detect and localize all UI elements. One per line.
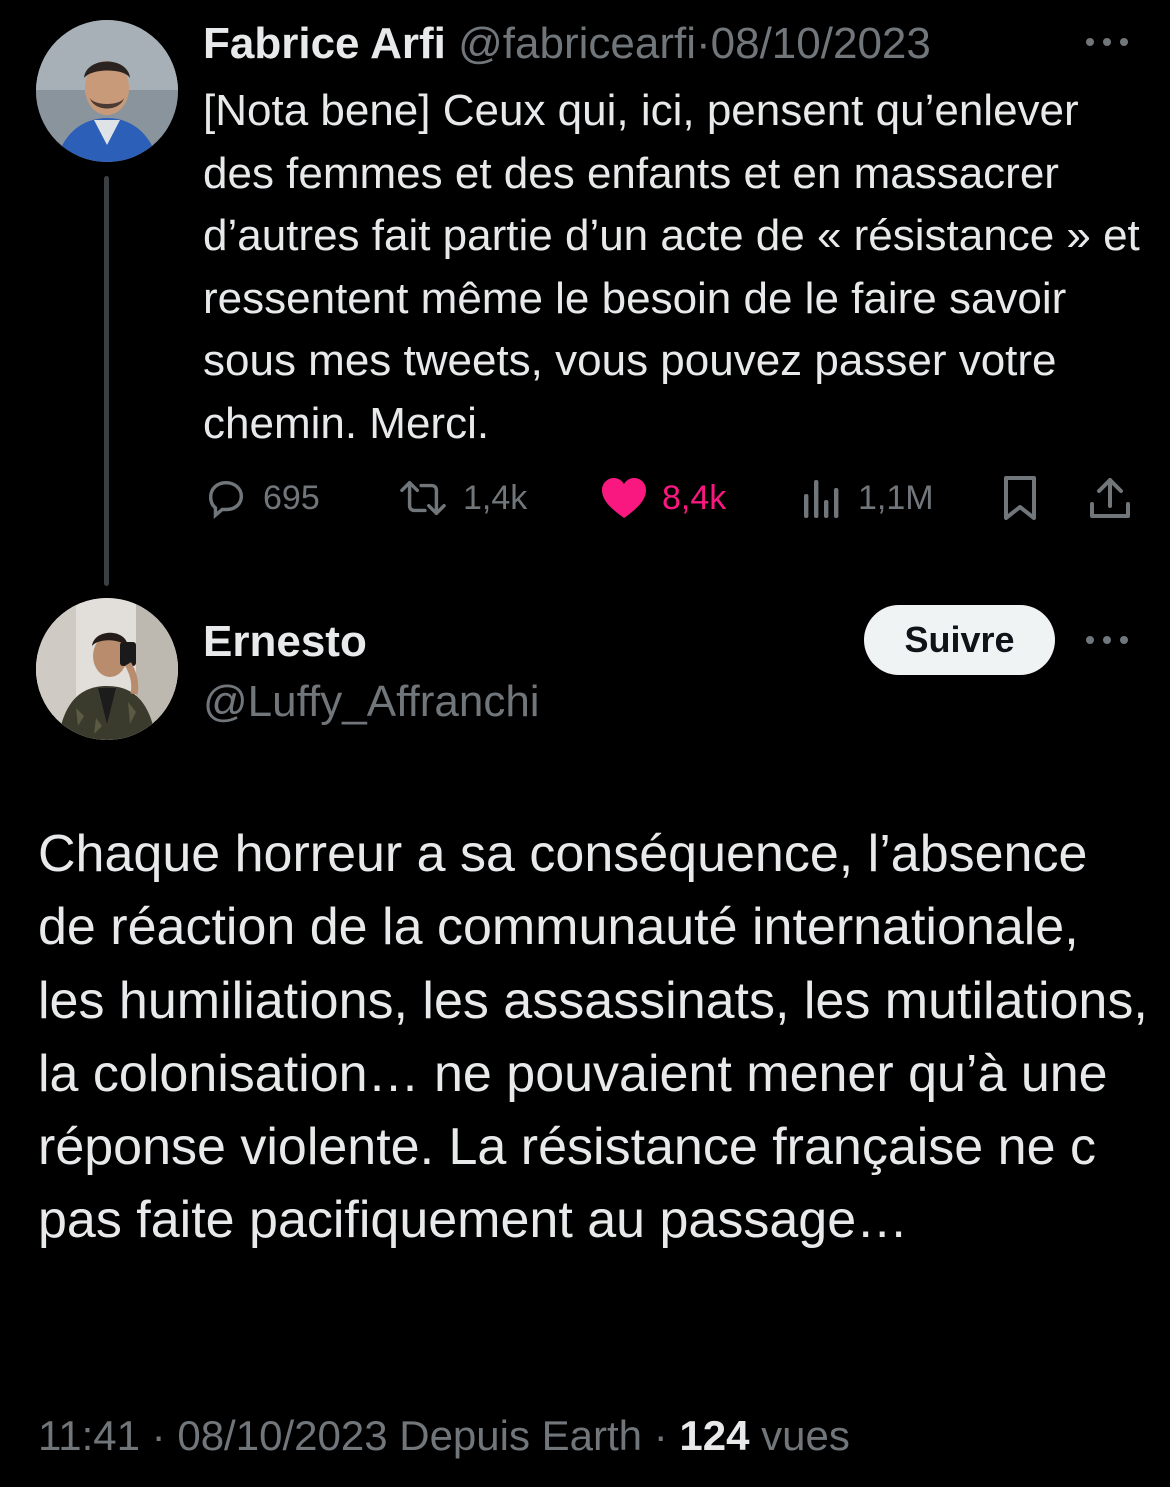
parent-more-icon[interactable]: [1082, 30, 1132, 54]
tweet-source: Depuis Earth: [399, 1412, 643, 1459]
heart-filled-icon: [602, 478, 646, 518]
reply-author-handle[interactable]: @Luffy_Affranchi: [203, 676, 540, 728]
reply-button[interactable]: 695: [203, 470, 320, 526]
like-count: 8,4k: [662, 478, 727, 517]
share-icon: [1090, 478, 1130, 518]
parent-tweet-date[interactable]: 08/10/2023: [711, 19, 931, 68]
like-button[interactable]: 8,4k: [600, 470, 726, 526]
reply-tweet-meta: 11:41 · 08/10/2023 Depuis Earth · 124 vu…: [38, 1410, 850, 1462]
views-count: 1,1M: [858, 478, 934, 517]
parent-tweet-text: [Nota bene] Ceux qui, ici, pensent qu’en…: [203, 86, 1140, 448]
retweet-icon: [400, 480, 446, 516]
bookmark-button[interactable]: [998, 470, 1042, 526]
tweet-detail-view: Fabrice Arfi @fabricearfi·08/10/2023 [No…: [0, 0, 1170, 1487]
parent-tweet-header: Fabrice Arfi @fabricearfi·08/10/2023: [203, 18, 931, 70]
retweet-count: 1,4k: [463, 478, 528, 517]
retweet-button[interactable]: 1,4k: [397, 470, 527, 526]
tweet-views-label: vues: [761, 1412, 850, 1459]
views-button[interactable]: 1,1M: [800, 470, 934, 526]
reply-author-name[interactable]: Ernesto: [203, 616, 367, 668]
parent-author-handle[interactable]: @fabricearfi: [458, 19, 696, 68]
meta-separator: ·: [151, 1412, 166, 1459]
reply-icon: [208, 480, 244, 520]
reply-tweet-text: Chaque horreur a sa conséquence, l’absen…: [38, 825, 1148, 1250]
share-button[interactable]: [1086, 470, 1134, 526]
tweet-views-count: 124: [679, 1412, 750, 1459]
follow-button[interactable]: Suivre: [864, 605, 1055, 675]
reply-more-icon[interactable]: [1082, 628, 1132, 652]
header-separator: ·: [695, 19, 711, 68]
reply-author-avatar[interactable]: [36, 598, 178, 740]
parent-author-name[interactable]: Fabrice Arfi: [203, 19, 446, 68]
tweet-time[interactable]: 11:41: [38, 1412, 140, 1459]
parent-action-bar: 695 1,4k 8,4k 1,1M: [0, 470, 1170, 526]
reply-count: 695: [263, 478, 320, 517]
views-bar-chart-icon: [804, 480, 839, 518]
parent-author-avatar[interactable]: [36, 20, 178, 162]
tweet-date[interactable]: 08/10/2023: [177, 1412, 387, 1459]
meta-separator-2: ·: [653, 1412, 668, 1459]
bookmark-icon: [1004, 476, 1036, 520]
